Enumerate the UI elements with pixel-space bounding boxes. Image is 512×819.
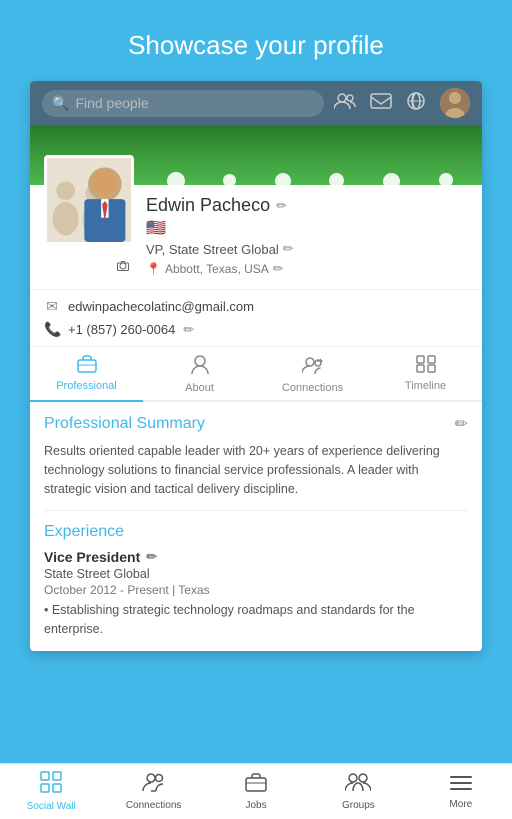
nav-connections-label: Connections — [126, 800, 182, 811]
content-area: Professional Summary ✏ Results oriented … — [30, 402, 482, 651]
section-divider — [44, 510, 468, 511]
tab-connections[interactable]: Connections — [256, 347, 369, 402]
camera-icon-badge[interactable] — [114, 257, 132, 275]
location-pin-icon: 📍 — [146, 262, 161, 276]
connections-tab-icon — [302, 355, 324, 380]
profile-location-edit-icon[interactable]: ✏ — [273, 261, 284, 277]
email-value: edwinpachecolatinc@gmail.com — [68, 299, 254, 314]
briefcase-tab-icon — [77, 355, 97, 378]
profile-photo-wrap — [44, 155, 134, 277]
phone-icon: 📞 — [44, 321, 60, 338]
nav-social-wall[interactable]: Social Wall — [0, 771, 102, 812]
profile-details: Edwin Pacheco ✏ 🇺🇸 VP, State Street Glob… — [146, 185, 468, 277]
timeline-tab-icon — [416, 355, 436, 378]
profile-photo — [44, 155, 134, 245]
search-input[interactable] — [75, 95, 314, 111]
profile-hero: Edwin Pacheco ✏ 🇺🇸 VP, State Street Glob… — [30, 125, 482, 346]
bottom-nav: Social Wall Connections — [0, 763, 512, 819]
email-row: ✉ edwinpachecolatinc@gmail.com — [44, 298, 468, 315]
job-description: • Establishing strategic technology road… — [44, 601, 468, 639]
profile-job-title: VP, State Street Global ✏ — [146, 241, 468, 257]
phone-edit-icon[interactable]: ✏ — [183, 322, 194, 338]
nav-groups[interactable]: Groups — [307, 772, 409, 811]
tab-professional[interactable]: Professional — [30, 347, 143, 402]
tab-connections-label: Connections — [282, 382, 343, 394]
mail-icon[interactable] — [370, 93, 392, 114]
job-edit-icon[interactable]: ✏ — [146, 549, 157, 565]
profile-name: Edwin Pacheco — [146, 195, 270, 216]
globe-icon[interactable] — [406, 91, 426, 116]
profile-title-edit-icon[interactable]: ✏ — [283, 241, 294, 257]
tab-about[interactable]: About — [143, 347, 256, 402]
country-flag: 🇺🇸 — [146, 218, 468, 238]
nav-more-icon — [450, 774, 472, 797]
phone-value: +1 (857) 260-0064 — [68, 322, 175, 337]
contact-section: ✉ edwinpachecolatinc@gmail.com 📞 +1 (857… — [30, 289, 482, 346]
nav-more[interactable]: More — [410, 774, 512, 810]
professional-summary-title: Professional Summary ✏ — [44, 414, 468, 434]
nav-jobs[interactable]: Jobs — [205, 772, 307, 811]
search-icon: 🔍 — [52, 95, 69, 112]
nav-social-wall-label: Social Wall — [27, 801, 76, 812]
nav-jobs-label: Jobs — [245, 800, 266, 811]
search-bar: 🔍 — [30, 81, 482, 125]
tab-timeline[interactable]: Timeline — [369, 347, 482, 402]
social-wall-icon — [40, 771, 62, 799]
avatar[interactable] — [440, 88, 470, 118]
professional-summary-section: Professional Summary ✏ Results oriented … — [44, 414, 468, 498]
experience-section: Experience Vice President ✏ State Street… — [44, 523, 468, 639]
person-tab-icon — [191, 355, 209, 380]
profile-info-row: Edwin Pacheco ✏ 🇺🇸 VP, State Street Glob… — [30, 185, 482, 289]
job-company: State Street Global — [44, 567, 468, 581]
connections-icon[interactable] — [334, 92, 356, 115]
job-dates: October 2012 - Present | Texas — [44, 583, 468, 597]
page-title: Showcase your profile — [0, 0, 512, 81]
profile-name-row: Edwin Pacheco ✏ — [146, 195, 468, 216]
email-icon: ✉ — [44, 298, 60, 315]
job-title: Vice President ✏ — [44, 549, 468, 565]
phone-row: 📞 +1 (857) 260-0064 ✏ — [44, 321, 468, 338]
nav-more-label: More — [449, 799, 472, 810]
nav-groups-icon — [345, 772, 371, 798]
profile-name-edit-icon[interactable]: ✏ — [276, 198, 287, 214]
tab-about-label: About — [185, 382, 214, 394]
profile-tabs: Professional About — [30, 346, 482, 402]
summary-edit-icon[interactable]: ✏ — [455, 414, 468, 434]
search-input-wrap[interactable]: 🔍 — [42, 90, 324, 117]
tab-timeline-label: Timeline — [405, 380, 446, 392]
app-card: 🔍 — [30, 81, 482, 651]
profile-location: 📍 Abbott, Texas, USA ✏ — [146, 261, 468, 277]
search-bar-icons — [334, 88, 470, 118]
nav-connections[interactable]: Connections — [102, 772, 204, 811]
tab-professional-label: Professional — [56, 380, 117, 392]
nav-people-icon — [142, 772, 166, 798]
nav-briefcase-icon — [245, 772, 267, 798]
experience-title: Experience — [44, 523, 468, 541]
nav-groups-label: Groups — [342, 800, 375, 811]
professional-summary-text: Results oriented capable leader with 20+… — [44, 442, 468, 498]
